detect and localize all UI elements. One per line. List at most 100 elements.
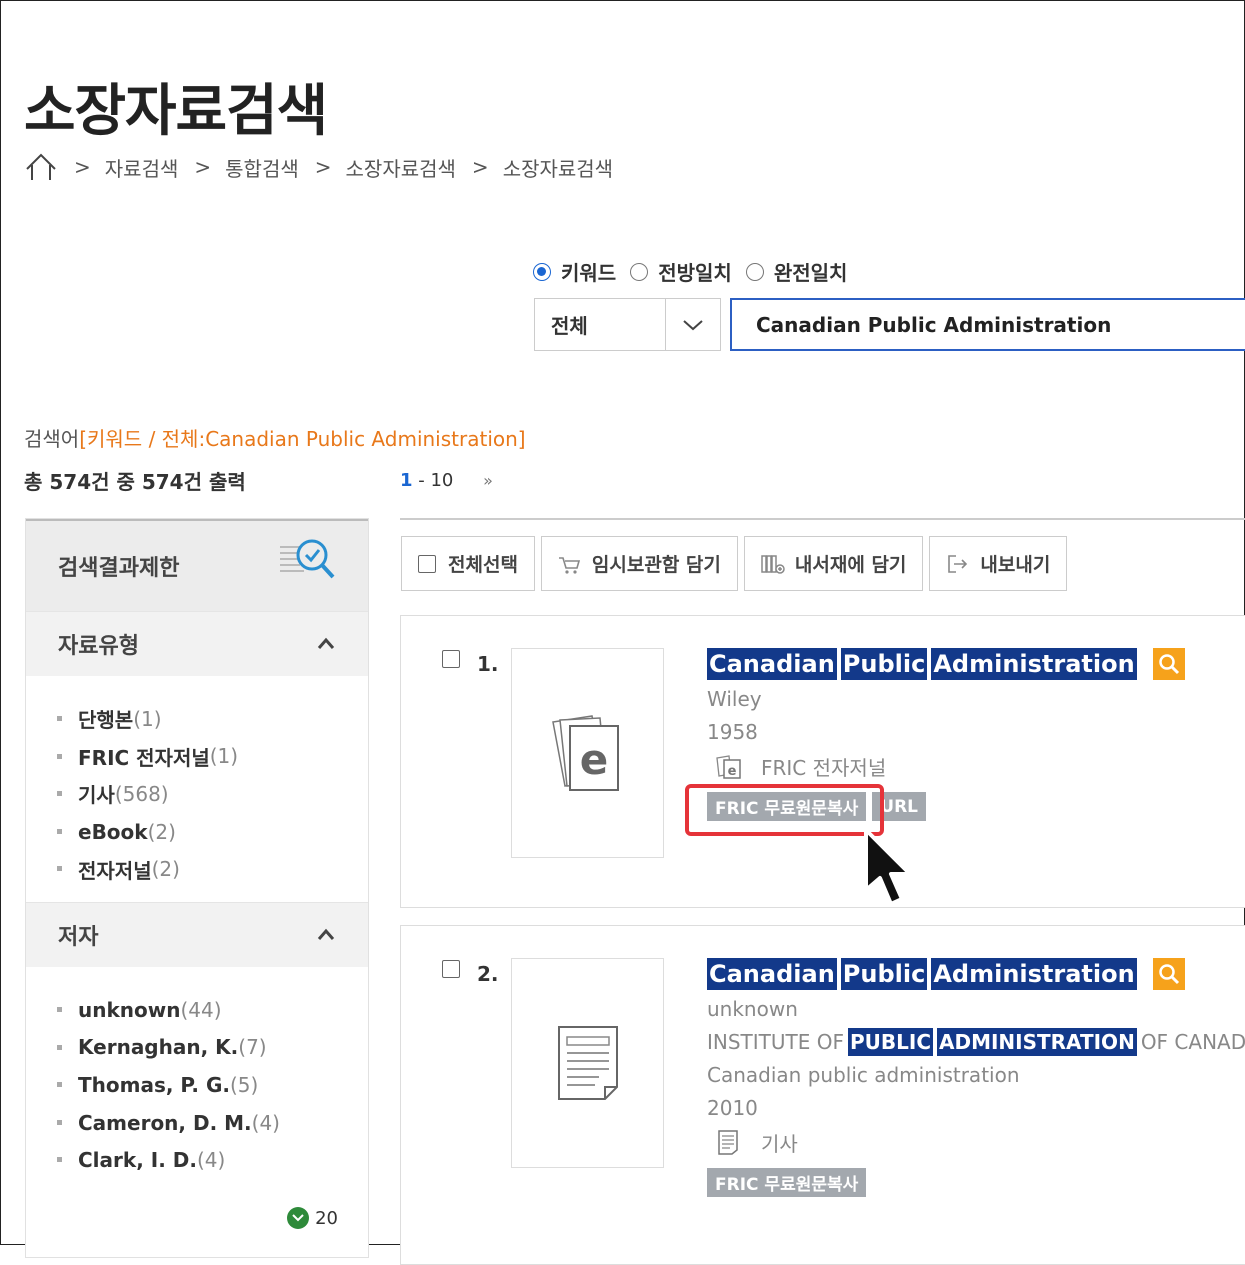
select-all-button[interactable]: 전체선택 <box>401 536 535 591</box>
page-range-start[interactable]: 1 <box>400 470 413 491</box>
filter-item-label: unknown <box>78 997 181 1022</box>
preview-search-icon[interactable] <box>1152 958 1185 990</box>
title-word-highlight[interactable]: Administration <box>931 958 1137 990</box>
chevron-up-icon[interactable] <box>316 925 336 945</box>
radio-button[interactable] <box>745 262 764 281</box>
search-input[interactable]: Canadian Public Administration <box>730 298 1245 351</box>
filter-item[interactable]: unknown (44) <box>57 991 368 1029</box>
chevron-down-circle-icon <box>287 1207 310 1229</box>
article-small-icon <box>718 1130 738 1155</box>
title-word-highlight[interactable]: Canadian <box>707 648 837 680</box>
filter-item-count: (7) <box>238 1035 267 1060</box>
radio-keyword[interactable]: 키워드 <box>533 257 616 286</box>
breadcrumb-item-current[interactable]: 소장자료검색 <box>503 153 613 182</box>
title-word-highlight[interactable]: Administration <box>931 648 1137 680</box>
article-icon <box>557 1026 618 1100</box>
export-icon <box>948 554 968 573</box>
result-title[interactable]: Canadian Public Administration <box>707 956 1245 992</box>
radio-label: 키워드 <box>561 261 617 285</box>
org-highlight: PUBLIC <box>847 1027 933 1056</box>
temp-save-label: 임시보관함 담기 <box>591 554 721 576</box>
more-count: 20 <box>315 1207 338 1229</box>
filter-section-material-type[interactable]: 자료유형 <box>26 611 368 676</box>
result-item: 1. e Canadian Public Administration Wile… <box>400 615 1245 908</box>
title-word-highlight[interactable]: Canadian <box>707 958 837 990</box>
breadcrumb-separator: > <box>194 155 212 179</box>
filter-item-count: (4) <box>196 1148 226 1173</box>
free-copy-tag[interactable]: FRIC 무료원문복사 <box>707 1168 867 1197</box>
pagination: 1 - 10 » <box>400 470 493 491</box>
breadcrumb-item[interactable]: 소장자료검색 <box>346 153 456 182</box>
org-text: OF CANADA <box>1140 1029 1245 1054</box>
result-checkbox[interactable] <box>442 650 460 668</box>
callout-highlight-box <box>685 784 884 836</box>
filter-section-author[interactable]: 저자 <box>26 901 368 967</box>
filter-list-author: unknown (44) Kernaghan, K. (7) Thomas, P. … <box>26 967 368 1193</box>
mouse-pointer-icon <box>864 828 912 906</box>
next-page-button[interactable]: » <box>483 471 493 490</box>
filter-item[interactable]: 단행본 (1) <box>57 700 368 738</box>
more-authors-button[interactable]: 20 <box>287 1207 338 1229</box>
result-title[interactable]: Canadian Public Administration <box>707 646 1245 682</box>
svg-text:e: e <box>579 735 608 784</box>
result-item: 2. Canadian Public Administration unknow… <box>400 925 1245 1265</box>
search-mode-group: 키워드 전방일치 완전일치 <box>533 257 861 286</box>
filter-item-count: (1) <box>209 744 239 769</box>
select-all-checkbox[interactable] <box>418 554 436 573</box>
filter-list-material-type: 단행본 (1) FRIC 전자저널 (1) 기사 (568) eBook (2) 전자저… <box>26 676 368 902</box>
filter-item[interactable]: eBook (2) <box>57 813 368 851</box>
radio-prefix-match[interactable]: 전방일치 <box>630 257 732 286</box>
radio-exact-match[interactable]: 완전일치 <box>745 257 847 286</box>
result-tags: FRIC 무료원문복사 <box>707 1168 1245 1197</box>
filter-item[interactable]: Clark, I. D. (4) <box>57 1141 368 1179</box>
result-thumbnail[interactable] <box>511 958 664 1168</box>
result-checkbox[interactable] <box>442 960 460 978</box>
title-word-highlight[interactable]: Public <box>840 648 928 680</box>
filter-item[interactable]: Thomas, P. G. (5) <box>57 1066 368 1104</box>
result-info: Canadian Public Administration unknown I… <box>707 956 1245 1197</box>
filter-sidebar-title: 검색결과제한 <box>58 556 180 581</box>
filter-item[interactable]: 기사 (568) <box>57 775 368 813</box>
filter-item-count: (44) <box>180 997 222 1022</box>
radio-button-checked[interactable] <box>533 262 551 281</box>
temp-save-button[interactable]: 임시보관함 담기 <box>540 536 738 591</box>
home-icon[interactable] <box>24 150 58 184</box>
filter-section-title: 저자 <box>58 924 99 950</box>
result-publisher: Wiley <box>707 686 762 711</box>
export-label: 내보내기 <box>980 554 1051 576</box>
radio-button[interactable] <box>630 262 649 281</box>
filter-item-count: (4) <box>251 1110 280 1135</box>
result-type-label: FRIC 전자저널 <box>761 755 887 780</box>
breadcrumb-item[interactable]: 자료검색 <box>105 153 179 182</box>
filter-item-label: Thomas, P. G. <box>78 1072 230 1097</box>
export-button[interactable]: 내보내기 <box>929 536 1068 591</box>
org-text: INSTITUTE OF <box>707 1029 844 1054</box>
chevron-down-icon[interactable] <box>665 299 720 350</box>
filter-item-label: Cameron, D. M. <box>78 1110 252 1135</box>
filter-item[interactable]: Kernaghan, K. (7) <box>57 1029 368 1067</box>
my-shelf-button[interactable]: 내서재에 담기 <box>743 536 924 591</box>
filter-item[interactable]: 전자저널 (2) <box>57 850 368 888</box>
breadcrumb-separator: > <box>314 155 332 179</box>
result-year: 2010 <box>707 1095 758 1120</box>
ejournal-small-icon: e <box>716 755 741 779</box>
result-thumbnail[interactable]: e <box>511 648 664 858</box>
scope-value: 전체 <box>551 314 588 338</box>
breadcrumb-item[interactable]: 통합검색 <box>225 153 299 182</box>
filter-item-count: (1) <box>133 706 162 731</box>
result-year: 1958 <box>707 719 758 744</box>
search-scope-select[interactable]: 전체 <box>534 298 721 351</box>
filter-item[interactable]: FRIC 전자저널 (1) <box>57 738 368 776</box>
filter-item-count: (2) <box>151 857 180 882</box>
result-source: Canadian public administration <box>707 1062 1020 1087</box>
filter-item[interactable]: Cameron, D. M. (4) <box>57 1104 368 1142</box>
org-highlight: ADMINISTRATION <box>937 1027 1137 1056</box>
filter-section-title: 자료유형 <box>58 634 139 659</box>
filter-item-label: eBook <box>78 819 148 844</box>
preview-search-icon[interactable] <box>1152 648 1185 680</box>
filter-item-label: Clark, I. D. <box>78 1148 197 1173</box>
search-query-summary: 검색어[키워드 / 전체:Canadian Public Administrat… <box>24 423 526 452</box>
result-type: 기사 <box>707 1124 1245 1160</box>
title-word-highlight[interactable]: Public <box>840 958 928 990</box>
chevron-up-icon[interactable] <box>316 634 336 654</box>
